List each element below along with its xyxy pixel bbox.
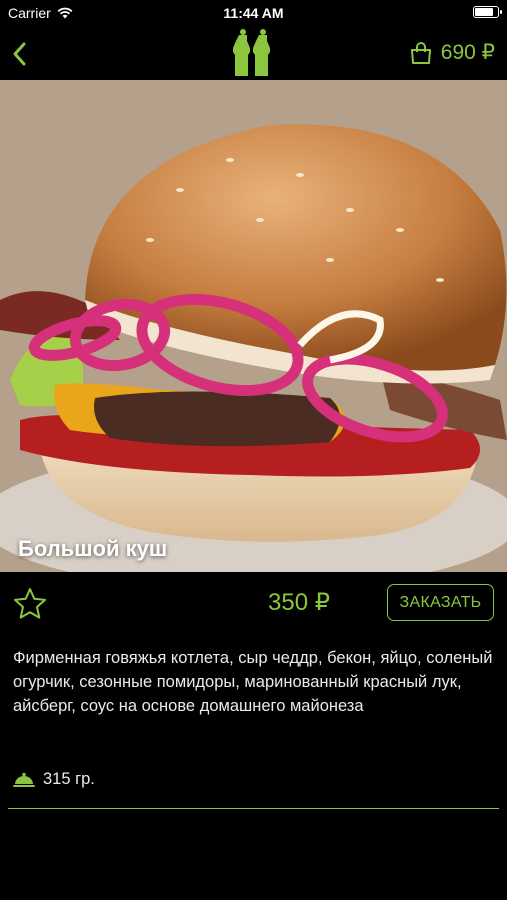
dish-weight: 315 гр. — [43, 770, 95, 788]
nav-bar: 690 ₽ — [0, 28, 507, 80]
star-icon — [14, 588, 46, 619]
back-button[interactable] — [8, 36, 40, 72]
order-button[interactable]: ЗАКАЗАТЬ — [387, 584, 494, 621]
dish-description: Фирменная говяжья котлета, сыр чеддр, бе… — [13, 649, 493, 715]
status-time: 11:44 AM — [223, 5, 284, 21]
dish-price: 350 ₽ — [268, 589, 330, 616]
favorite-button[interactable] — [12, 586, 48, 622]
cart-button[interactable]: 690 ₽ — [409, 40, 495, 65]
shopping-bag-icon — [410, 41, 431, 64]
action-row: 350 ₽ ЗАКАЗАТЬ — [0, 572, 507, 634]
cart-total: 690 ₽ — [440, 41, 495, 64]
dish-photo: Большой куш — [0, 80, 507, 572]
cloche-icon — [13, 772, 35, 787]
dish-title: Большой куш — [18, 536, 168, 561]
battery-icon — [473, 6, 502, 18]
weight-row: 315 гр. — [13, 770, 95, 789]
divider — [8, 808, 499, 809]
burger-illustration — [0, 80, 507, 572]
chevron-left-icon — [13, 42, 26, 66]
salt-pepper-logo — [233, 29, 270, 76]
status-bar: Carrier 11:44 AM — [0, 0, 507, 28]
